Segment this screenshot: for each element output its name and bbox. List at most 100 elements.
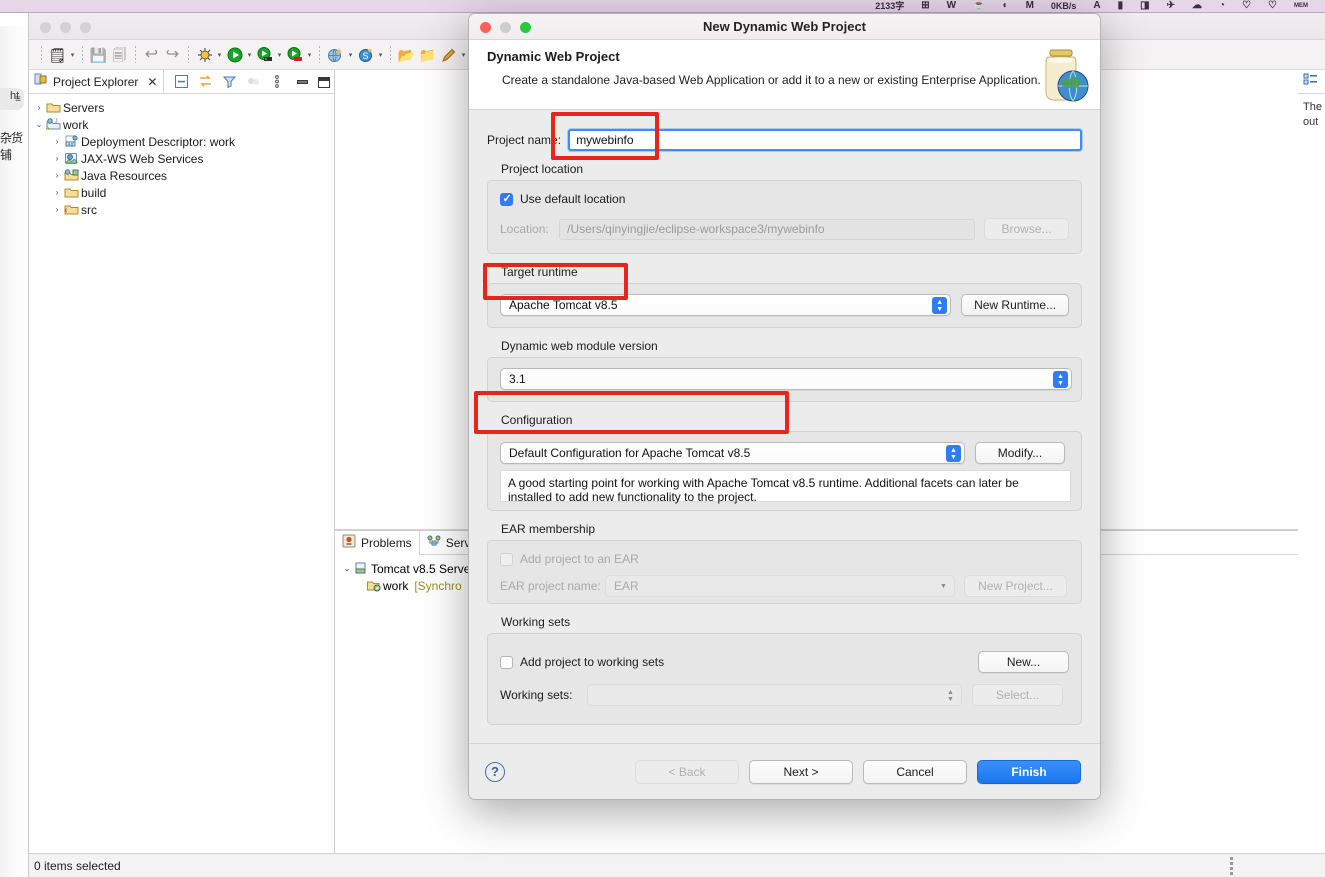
use-default-location-row[interactable]: Use default location	[500, 192, 1069, 206]
menubar-item-3[interactable]: ☕	[973, 1, 985, 11]
configuration-row: Default Configuration for Apache Tomcat …	[500, 442, 1069, 464]
configuration-select[interactable]: Default Configuration for Apache Tomcat …	[500, 442, 965, 464]
use-default-location-checkbox[interactable]	[500, 192, 513, 206]
eclipse-maximize-button[interactable]	[80, 22, 91, 33]
jaxws-icon	[63, 152, 80, 165]
chevron-right-icon[interactable]: ›	[51, 188, 63, 197]
menubar-item-14[interactable]: ♡	[1268, 1, 1277, 11]
menubar-item-1[interactable]: ⊞	[921, 1, 929, 11]
project-explorer-tabrow: Project Explorer ✕	[29, 69, 334, 94]
run-on-server-icon[interactable]	[254, 44, 275, 65]
chevron-right-icon[interactable]: ›	[51, 154, 63, 163]
maximize-view-icon[interactable]	[318, 76, 330, 88]
menubar-item-2[interactable]: W	[947, 1, 956, 11]
focus-icon[interactable]	[245, 74, 261, 90]
add-to-working-sets-check[interactable]: Add project to working sets	[500, 655, 978, 669]
add-to-working-sets-checkbox[interactable]	[500, 655, 513, 669]
new-wizard-chevron-down-icon[interactable]: ▾	[68, 44, 77, 65]
new-runtime-button[interactable]: New Runtime...	[961, 294, 1069, 316]
tree-item-label: build	[81, 185, 107, 200]
dialog-titlebar[interactable]: New Dynamic Web Project	[469, 14, 1100, 40]
dialog-minimize-button[interactable]	[500, 22, 511, 33]
svg-text:S: S	[362, 51, 368, 61]
new-web-project-chevron-down-icon[interactable]: ▾	[346, 44, 355, 65]
open-folder-icon[interactable]: 📂	[396, 44, 417, 65]
profile-chevron-down-icon[interactable]: ▾	[305, 44, 314, 65]
chevron-right-icon[interactable]: ›	[51, 137, 63, 146]
eclipse-close-button[interactable]	[40, 22, 51, 33]
new-wizard-icon[interactable]: 🗒	[47, 44, 68, 65]
dialog-close-button[interactable]	[480, 22, 491, 33]
cancel-button[interactable]: Cancel	[863, 759, 967, 784]
save-all-icon[interactable]: 🗐	[109, 44, 130, 65]
module-version-select[interactable]: 3.1 ▲ ▼	[500, 368, 1072, 390]
undo-icon[interactable]: ↩	[141, 44, 162, 65]
last-edit-location-icon[interactable]	[438, 44, 459, 65]
stepper-icon[interactable]: ▲ ▼	[946, 445, 961, 462]
stepper-icon[interactable]: ▲ ▼	[932, 297, 948, 314]
menubar-item-5[interactable]: M	[1026, 1, 1034, 11]
modify-button[interactable]: Modify...	[975, 442, 1065, 464]
menubar-item-13[interactable]: ♡	[1242, 1, 1251, 11]
finish-button[interactable]: Finish	[977, 759, 1081, 784]
view-menu-icon[interactable]	[269, 74, 285, 90]
link-with-editor-icon[interactable]	[197, 74, 213, 90]
dialog-maximize-button[interactable]	[520, 22, 531, 33]
run-on-server-chevron-down-icon[interactable]: ▾	[275, 44, 284, 65]
debug-chevron-down-icon[interactable]: ▾	[215, 44, 224, 65]
menubar-item-9[interactable]: ◨	[1140, 1, 1149, 11]
help-icon[interactable]: ?	[485, 761, 505, 782]
menubar-item-7[interactable]: A	[1093, 1, 1100, 11]
ear-project-select: EAR ▼	[605, 575, 955, 597]
tree-item-servers[interactable]: › Servers	[29, 99, 334, 116]
project-explorer-window-controls	[297, 70, 330, 94]
new-working-set-button[interactable]: New...	[978, 651, 1069, 673]
menubar-item-0[interactable]: 2133字	[875, 1, 904, 11]
menubar-item-12[interactable]: ◔	[1219, 1, 1225, 11]
ear-project-row: EAR project name: EAR ▼ New Project...	[500, 575, 1069, 597]
open-resource-icon[interactable]: 📁	[417, 44, 438, 65]
chevron-right-icon[interactable]: ›	[33, 103, 45, 112]
tab-project-explorer[interactable]: Project Explorer ✕	[29, 69, 165, 94]
search-wizard-icon[interactable]: S	[355, 44, 376, 65]
tree-item-work[interactable]: ⌄ J work	[29, 116, 334, 133]
menubar-memory-indicator[interactable]: MEM	[1294, 3, 1308, 9]
toolbar-separator	[41, 46, 42, 63]
tree-item-src[interactable]: › src	[29, 201, 334, 218]
minimize-view-icon[interactable]	[297, 80, 308, 84]
menubar-item-10[interactable]: ✈	[1167, 1, 1175, 11]
run-icon[interactable]	[224, 44, 245, 65]
tree-item-jaxws-web-services[interactable]: › JAX-WS Web Services	[29, 150, 334, 167]
new-web-project-icon[interactable]	[325, 44, 346, 65]
outline-icon[interactable]	[1303, 72, 1318, 92]
run-chevron-down-icon[interactable]: ▾	[245, 44, 254, 65]
tree-item-deployment-descriptor[interactable]: › 4.0 Deployment Descriptor: work	[29, 133, 334, 150]
next-button[interactable]: Next >	[749, 759, 853, 784]
chevron-right-icon[interactable]: ›	[51, 171, 63, 180]
search-wizard-chevron-down-icon[interactable]: ▾	[376, 44, 385, 65]
dialog-footer: ? < Back Next > Cancel Finish	[469, 743, 1100, 799]
profile-icon[interactable]	[284, 44, 305, 65]
tree-item-build[interactable]: › build	[29, 184, 334, 201]
status-bar-handle[interactable]	[1230, 857, 1233, 875]
tab-problems[interactable]: Problems	[335, 530, 420, 555]
stepper-icon[interactable]: ▲ ▼	[1053, 371, 1068, 388]
last-edit-chevron-down-icon[interactable]: ▾	[459, 44, 468, 65]
save-icon[interactable]: 💾	[88, 44, 109, 65]
debug-icon[interactable]	[194, 44, 215, 65]
close-icon[interactable]: ✕	[147, 75, 157, 89]
chevron-down-icon[interactable]: ⌄	[33, 120, 45, 129]
project-name-input[interactable]: mywebinfo	[568, 129, 1082, 151]
filter-icon[interactable]	[221, 74, 237, 90]
chevron-down-icon[interactable]: ⌄	[341, 564, 353, 573]
eclipse-minimize-button[interactable]	[60, 22, 71, 33]
menubar-item-11[interactable]: ☁	[1192, 1, 1202, 11]
tree-item-java-resources[interactable]: › Java Resources	[29, 167, 334, 184]
problems-icon	[342, 534, 356, 551]
chevron-right-icon[interactable]: ›	[51, 205, 63, 214]
menubar-item-8[interactable]: ▮	[1118, 1, 1124, 11]
menubar-item-4[interactable]: ◐	[1003, 1, 1009, 11]
redo-icon[interactable]: ↪	[162, 44, 183, 65]
target-runtime-select[interactable]: Apache Tomcat v8.5 ▲ ▼	[500, 294, 952, 316]
collapse-all-icon[interactable]	[173, 74, 189, 90]
